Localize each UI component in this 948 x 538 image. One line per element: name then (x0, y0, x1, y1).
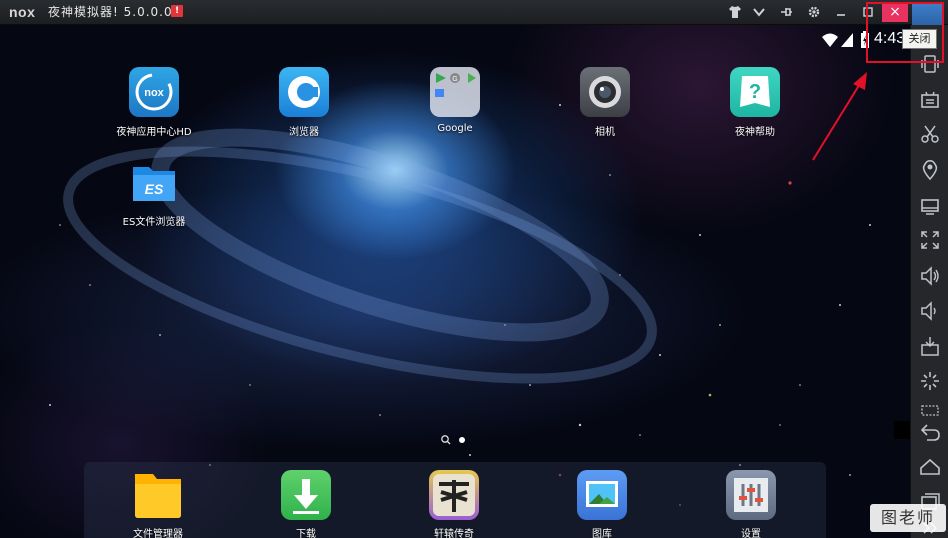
app-label: 设置 (741, 529, 761, 538)
page-indicator[interactable] (440, 434, 470, 446)
app-label: 下载 (296, 529, 316, 538)
dock-gallery[interactable]: 图库 (552, 470, 652, 538)
window-title: 夜神模拟器! 5.0.0.0 (48, 5, 173, 19)
svg-text:ES: ES (145, 181, 164, 197)
minimize-icon[interactable] (832, 3, 850, 21)
svg-text:G: G (452, 76, 457, 83)
svg-text:?: ? (749, 81, 761, 103)
annotation-arrow (812, 72, 867, 161)
app-label: 文件管理器 (133, 529, 183, 538)
dock-download[interactable]: 下载 (256, 470, 356, 538)
game-icon (429, 470, 479, 520)
dock-file-manager[interactable]: 文件管理器 (108, 470, 208, 538)
app-label: 夜神帮助 (735, 127, 775, 138)
file-manager-icon (133, 470, 183, 520)
help-icon: ? (730, 67, 780, 117)
emulator-sidebar (910, 25, 948, 538)
app-label: 轩辕传奇 (434, 529, 474, 538)
screen-icon[interactable] (919, 195, 941, 217)
keyboard-icon[interactable] (919, 89, 941, 111)
settings-icon (726, 470, 776, 520)
google-folder-icon: G (430, 67, 480, 117)
wifi-icon (822, 33, 838, 47)
app-label: 相机 (595, 127, 615, 138)
app-nox-app-center[interactable]: nox 夜神应用中心HD (104, 67, 204, 138)
volume-up-icon[interactable] (919, 265, 941, 287)
dock-game[interactable]: 轩辕传奇 (404, 470, 504, 538)
es-file-explorer-icon: ES (129, 157, 179, 207)
back-icon[interactable] (919, 421, 941, 443)
chevron-down-icon[interactable] (750, 3, 768, 21)
update-alert-badge[interactable]: ! (171, 5, 183, 17)
close-tooltip: 关闭 (902, 29, 937, 49)
loading-icon[interactable] (919, 370, 941, 392)
app-nox-help[interactable]: ? 夜神帮助 (705, 67, 805, 138)
volume-down-icon[interactable] (919, 300, 941, 322)
app-label: 图库 (592, 529, 612, 538)
app-label: Google (437, 123, 473, 134)
edge-artifact (894, 421, 910, 439)
dock-settings[interactable]: 设置 (701, 470, 801, 538)
app-label: 夜神应用中心HD (116, 127, 192, 138)
browser-icon (279, 67, 329, 117)
title-bar: nox 夜神模拟器! 5.0.0.0 ! × (0, 0, 948, 28)
app-camera[interactable]: 相机 (555, 67, 655, 138)
watermark: 图老师 (870, 504, 946, 532)
location-icon[interactable] (919, 159, 941, 181)
app-google-folder[interactable]: G Google (405, 67, 505, 134)
app-browser[interactable]: 浏览器 (254, 67, 354, 138)
home-icon[interactable] (919, 456, 941, 478)
fullscreen-icon[interactable] (919, 229, 941, 251)
nox-app-center-icon: nox (129, 67, 179, 117)
android-home-screen: 4:43 nox 夜神应用中心HD 浏览器 G Google 相机 ? 夜神帮助… (0, 25, 910, 538)
download-icon (281, 470, 331, 520)
dock: 文件管理器 下载 轩辕传奇 图库 设置 (84, 462, 826, 538)
app-label: ES文件浏览器 (122, 217, 186, 228)
tshirt-icon[interactable] (726, 3, 744, 21)
scissors-icon[interactable] (919, 123, 941, 145)
app-es-file-explorer[interactable]: ES ES文件浏览器 (104, 157, 204, 228)
gear-icon[interactable] (805, 3, 823, 21)
svg-text:nox: nox (144, 87, 164, 99)
signal-icon (841, 33, 853, 47)
camera-icon (580, 67, 630, 117)
app-label: 浏览器 (289, 127, 319, 138)
apk-install-icon[interactable] (919, 335, 941, 357)
gallery-icon (577, 470, 627, 520)
pin-icon[interactable] (777, 3, 795, 21)
nox-logo: nox (9, 4, 36, 20)
